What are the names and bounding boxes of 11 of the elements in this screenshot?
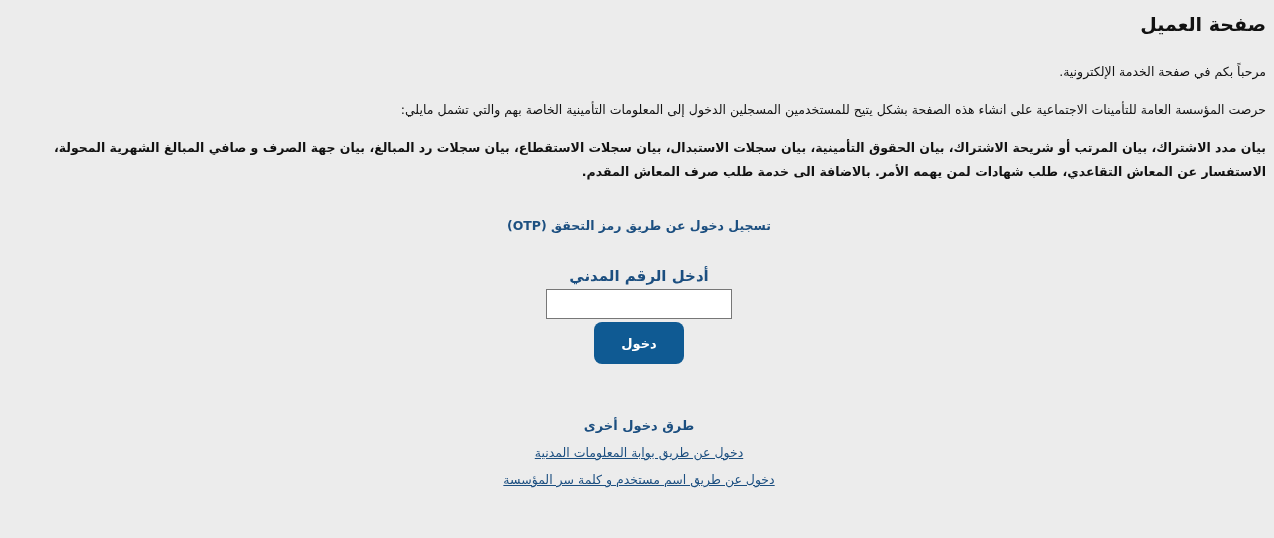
welcome-text: مرحباً بكم في صفحة الخدمة الإلكترونية. [1059, 62, 1266, 82]
civil-id-label: أدخل الرقم المدني [569, 267, 709, 285]
login-method-link[interactable]: دخول عن طريق اسم مستخدم و كلمة سر المؤسسة [503, 466, 775, 493]
other-methods-heading: طرق دخول أخرى [583, 418, 695, 433]
services-text: بيان مدد الاشتراك، بيان المرتب أو شريحة الاشتراك، بيان الحقوق التأمينية، بيان سجلات الاستبدال، بيان سجلات الاستقطاع، بيان سجلات رد المبالغ، بيان جهة الصرف و صافي المبالغ الشهرية المحولة، الاستفسار عن المعاش التقاعدي، طلب شهادات لمن يهمه الأمر. بالاضافة الى خدمة طلب صرف المعاش المقدم. [53, 138, 1266, 182]
civil-id-field[interactable] [546, 289, 732, 319]
login-button[interactable]: دخول [594, 322, 684, 364]
otp-heading: تسجيل دخول عن طريق رمز التحقق (OTP) [507, 218, 771, 233]
page-title: صفحة العميل [1140, 12, 1266, 37]
intro-text: حرصت المؤسسة العامة للتأمينات الاجتماعية على انشاء هذه الصفحة بشكل يتيح للمستخدمين المسجلين الدخول إلى المعلومات التأمينية الخاصة بهم والتي تشمل مايلي: [400, 100, 1266, 120]
login-method-link[interactable]: دخول عن طريق بوابة المعلومات المدنية [534, 439, 744, 466]
